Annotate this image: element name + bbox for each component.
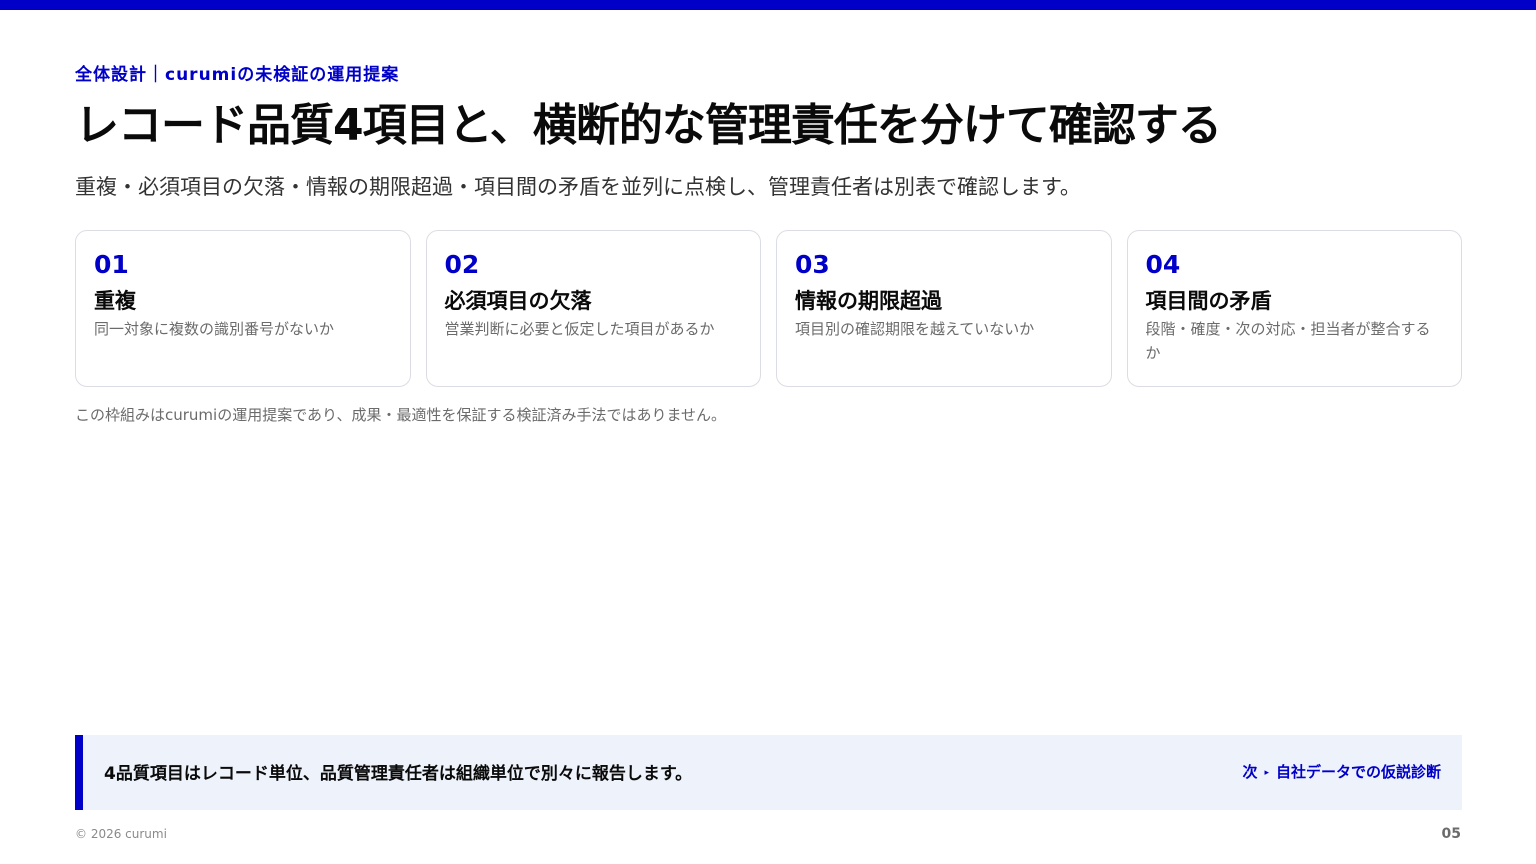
- page-number: 05: [1441, 826, 1461, 842]
- card-title: 必須項目の欠落: [444, 289, 592, 313]
- card-expired-info: 03 情報の期限超過 項目別の確認期限を越えていないか: [776, 230, 1112, 387]
- top-accent-bar: [0, 0, 1536, 10]
- chevron-right-icon: ▸: [1264, 768, 1269, 778]
- card-number: 04: [1145, 250, 1181, 279]
- card-number: 03: [795, 250, 830, 279]
- card-title: 重複: [94, 289, 136, 313]
- next-section-label: 自社データでの仮説診断: [1275, 763, 1441, 781]
- card-inconsistency: 04 項目間の矛盾 段階・確度・次の対応・担当者が整合するか: [1126, 230, 1462, 387]
- card-description: 営業判断に必要と仮定した項目があるか: [444, 320, 715, 338]
- card-description: 項目別の確認期限を越えていないか: [795, 320, 1035, 338]
- card-number: 01: [94, 250, 129, 279]
- card-description: 段階・確度・次の対応・担当者が整合するか: [1145, 320, 1431, 362]
- summary-callout: 4品質項目はレコード単位、品質管理責任者は組織単位で別々に報告します。 次 ▸ 自社…: [75, 735, 1462, 810]
- callout-text: 4品質項目はレコード単位、品質管理責任者は組織単位で別々に報告します。: [104, 764, 693, 784]
- page-title: レコード品質4項目と、横断的な管理責任を分けて確認する: [75, 100, 1222, 151]
- card-duplicate: 01 重複 同一対象に複数の識別番号がないか: [75, 230, 411, 387]
- quality-items-cards: 01 重複 同一対象に複数の識別番号がないか 02 必須項目の欠落 営業判断に必…: [75, 230, 1462, 387]
- card-title: 項目間の矛盾: [1145, 289, 1272, 313]
- disclaimer-note: この枠組みはcurumiの運用提案であり、成果・最適性を保証する検証済み手法では…: [75, 406, 727, 424]
- card-description: 同一対象に複数の識別番号がないか: [94, 320, 335, 338]
- slide: 全体設計｜curumiの未検証の運用提案 レコード品質4項目と、横断的な管理責任…: [0, 0, 1536, 864]
- next-prefix: 次: [1242, 763, 1258, 781]
- card-number: 02: [444, 250, 480, 279]
- copyright: © 2026 curumi: [75, 827, 167, 841]
- section-eyebrow: 全体設計｜curumiの未検証の運用提案: [75, 65, 400, 85]
- page-subtitle: 重複・必須項目の欠落・情報の期限超過・項目間の矛盾を並列に点検し、管理責任者は別…: [75, 175, 1081, 199]
- card-title: 情報の期限超過: [795, 289, 942, 313]
- next-section-link[interactable]: 次 ▸ 自社データでの仮説診断: [1242, 761, 1441, 784]
- card-missing-required: 02 必須項目の欠落 営業判断に必要と仮定した項目があるか: [425, 230, 761, 387]
